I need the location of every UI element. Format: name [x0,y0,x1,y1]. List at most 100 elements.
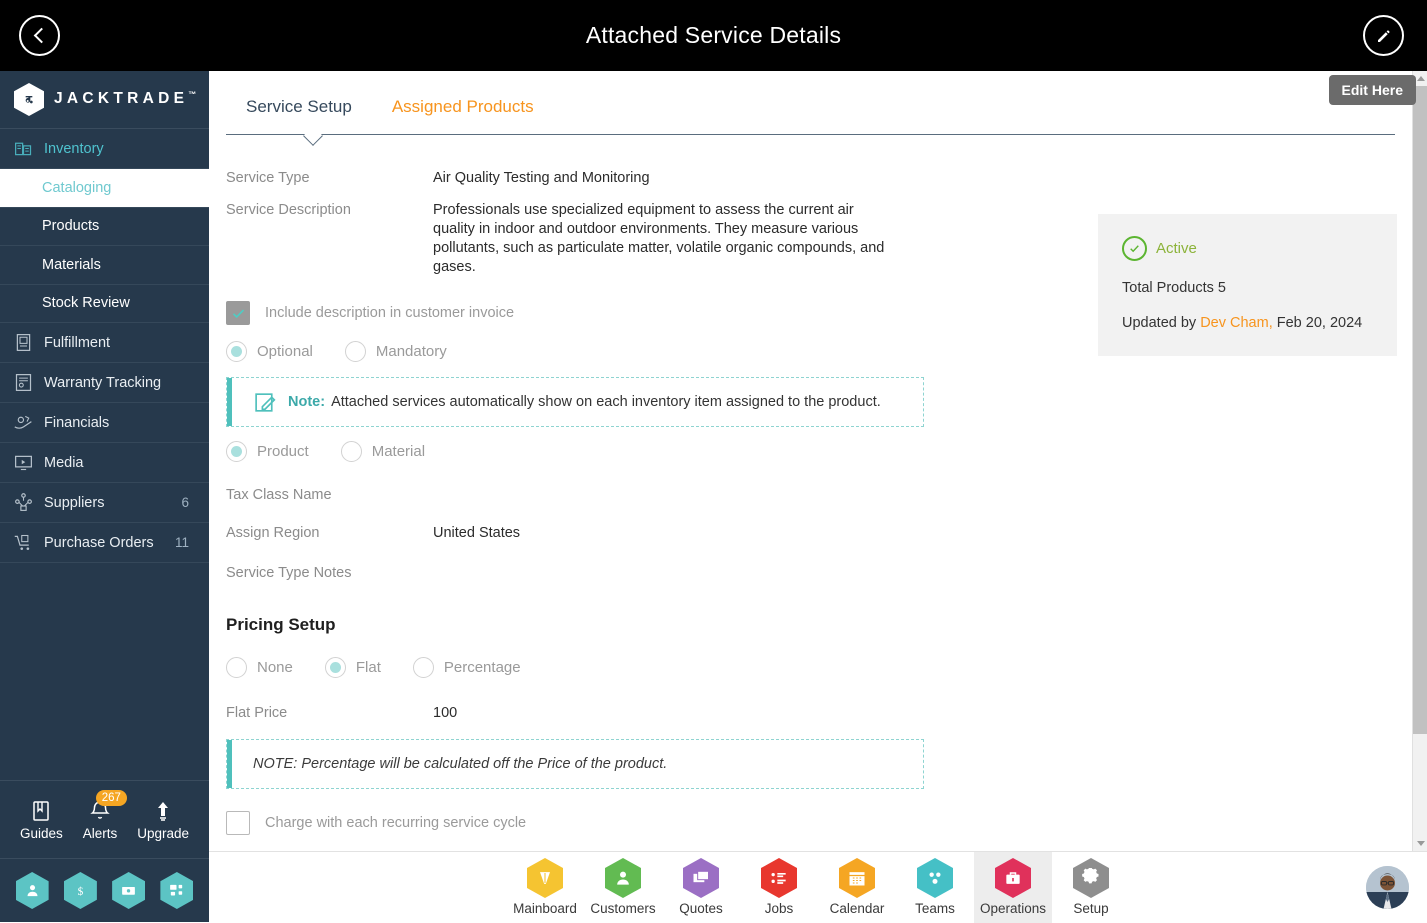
warranty-icon [13,372,34,393]
sidebar-item-financials[interactable]: Financials [0,403,209,443]
upgrade-label: Upgrade [137,826,189,841]
edit-button[interactable] [1363,15,1404,56]
bottom-nav-label: Calendar [830,901,885,916]
field-service-type: Service Type Air Quality Testing and Mon… [226,169,1089,188]
bottom-nav-setup[interactable]: Setup [1052,852,1130,923]
requirement-radio-group: Optional Mandatory [226,341,1089,362]
sidebar-subitem-label: Products [42,218,99,234]
total-products: Total Products 5 [1122,280,1373,296]
note-pencil-icon [253,390,278,415]
radio-mandatory[interactable] [345,341,366,362]
sidebar-item-fulfillment[interactable]: Fulfillment [0,323,209,363]
updated-prefix: Updated by [1122,315,1196,331]
vertical-scrollbar[interactable] [1412,71,1427,851]
radio-product[interactable] [226,441,247,462]
bottom-nav-label: Customers [590,901,655,916]
mainboard-icon [527,858,563,898]
bottom-nav-items: Mainboard Customers Quotes Jobs Calendar [506,852,1130,923]
check-icon [231,306,246,321]
attached-services-note: Note: Attached services automatically sh… [226,377,924,427]
sidebar-subitem-stock-review[interactable]: Stock Review [0,285,209,324]
field-assign-region: Assign Region United States [226,524,1089,543]
include-description-checkbox[interactable] [226,301,250,325]
field-value: Air Quality Testing and Monitoring [433,169,650,188]
updated-info: Updated by Dev Cham, Feb 20, 2024 [1122,315,1373,331]
radio-material-label: Material [372,443,425,460]
updated-user[interactable]: Dev Cham, [1200,315,1273,331]
quick-billing-button[interactable]: $ [64,872,97,909]
guides-button[interactable]: Guides [20,799,63,841]
quick-workflow-button[interactable] [160,872,193,909]
sidebar-item-label: Fulfillment [44,335,110,351]
field-label: Flat Price [226,704,433,723]
invoice-icon [120,882,137,899]
suppliers-icon [13,492,34,513]
bottom-nav-mainboard[interactable]: Mainboard [506,852,584,923]
recurring-charge-checkbox-row[interactable]: Charge with each recurring service cycle [226,811,1089,835]
calendar-icon [839,858,875,898]
sidebar-subitem-materials[interactable]: Materials [0,246,209,285]
bottom-nav-quotes[interactable]: Quotes [662,852,740,923]
pencil-icon [1375,27,1393,45]
jacktrade-mark-icon [14,83,44,116]
svg-text:$: $ [78,886,84,898]
sidebar-subitem-label: Cataloging [42,180,111,196]
sidebar-item-label: Inventory [44,141,104,157]
radio-material[interactable] [341,441,362,462]
bottom-nav-calendar[interactable]: Calendar [818,852,896,923]
upgrade-button[interactable]: Upgrade [137,799,189,841]
scroll-thumb[interactable] [1413,86,1427,734]
sidebar-item-warranty-tracking[interactable]: Warranty Tracking [0,363,209,403]
quotes-icon [683,858,719,898]
scroll-down-button[interactable] [1413,836,1427,851]
status-label: Active [1156,240,1197,257]
bottom-nav-operations[interactable]: Operations [974,852,1052,923]
service-setup-form: Service Type Air Quality Testing and Mon… [209,139,1089,835]
percentage-note-text: NOTE: Percentage will be calculated off … [253,756,667,772]
sidebar-item-count: 6 [181,495,189,510]
quick-invoice-button[interactable] [112,872,145,909]
bottom-nav-label: Quotes [679,901,723,916]
alerts-label: Alerts [83,826,118,841]
radio-pricing-percentage-label: Percentage [444,659,521,676]
radio-optional[interactable] [226,341,247,362]
sidebar-item-count: 11 [175,535,189,550]
bottom-nav-label: Jobs [765,901,794,916]
sidebar-item-suppliers[interactable]: Suppliers 6 [0,483,209,523]
user-avatar[interactable] [1366,866,1409,909]
financials-icon [13,412,34,433]
field-service-description: Service Description Professionals use sp… [226,201,1089,277]
sidebar-item-inventory[interactable]: Inventory [0,129,209,169]
operations-icon [995,858,1031,898]
percentage-note: NOTE: Percentage will be calculated off … [226,739,924,789]
field-label: Service Description [226,201,433,277]
radio-mandatory-label: Mandatory [376,343,447,360]
trademark-symbol: ™ [188,90,196,99]
quick-user-button[interactable] [16,872,49,909]
recurring-charge-checkbox[interactable] [226,811,250,835]
radio-pricing-percentage[interactable] [413,657,434,678]
bottom-nav-customers[interactable]: Customers [584,852,662,923]
radio-pricing-flat[interactable] [325,657,346,678]
field-value: Professionals use specialized equipment … [433,201,898,277]
bottom-nav-label: Teams [915,901,955,916]
sidebar-item-label: Media [44,455,84,471]
radio-pricing-none[interactable] [226,657,247,678]
include-description-checkbox-row[interactable]: Include description in customer invoice [226,301,1089,325]
sidebar-subitem-label: Materials [42,257,101,273]
bottom-nav-jobs[interactable]: Jobs [740,852,818,923]
alerts-button[interactable]: 267 Alerts [83,799,118,841]
sidebar-item-media[interactable]: Media [0,443,209,483]
tab-assigned-products[interactable]: Assigned Products [372,91,554,123]
radio-optional-label: Optional [257,343,313,360]
brand-logo[interactable]: JACKTRADE™ [0,71,209,129]
sidebar-subitem-products[interactable]: Products [0,208,209,247]
sidebar-quick-actions: $ [0,858,209,922]
sidebar-item-purchase-orders[interactable]: Purchase Orders 11 [0,523,209,563]
sidebar-subitem-label: Stock Review [42,295,130,311]
sidebar-subitem-cataloging[interactable]: Cataloging [0,169,209,208]
teams-icon [917,858,953,898]
tab-service-setup[interactable]: Service Setup [226,91,372,123]
sidebar-item-label: Purchase Orders [44,535,154,551]
bottom-nav-teams[interactable]: Teams [896,852,974,923]
